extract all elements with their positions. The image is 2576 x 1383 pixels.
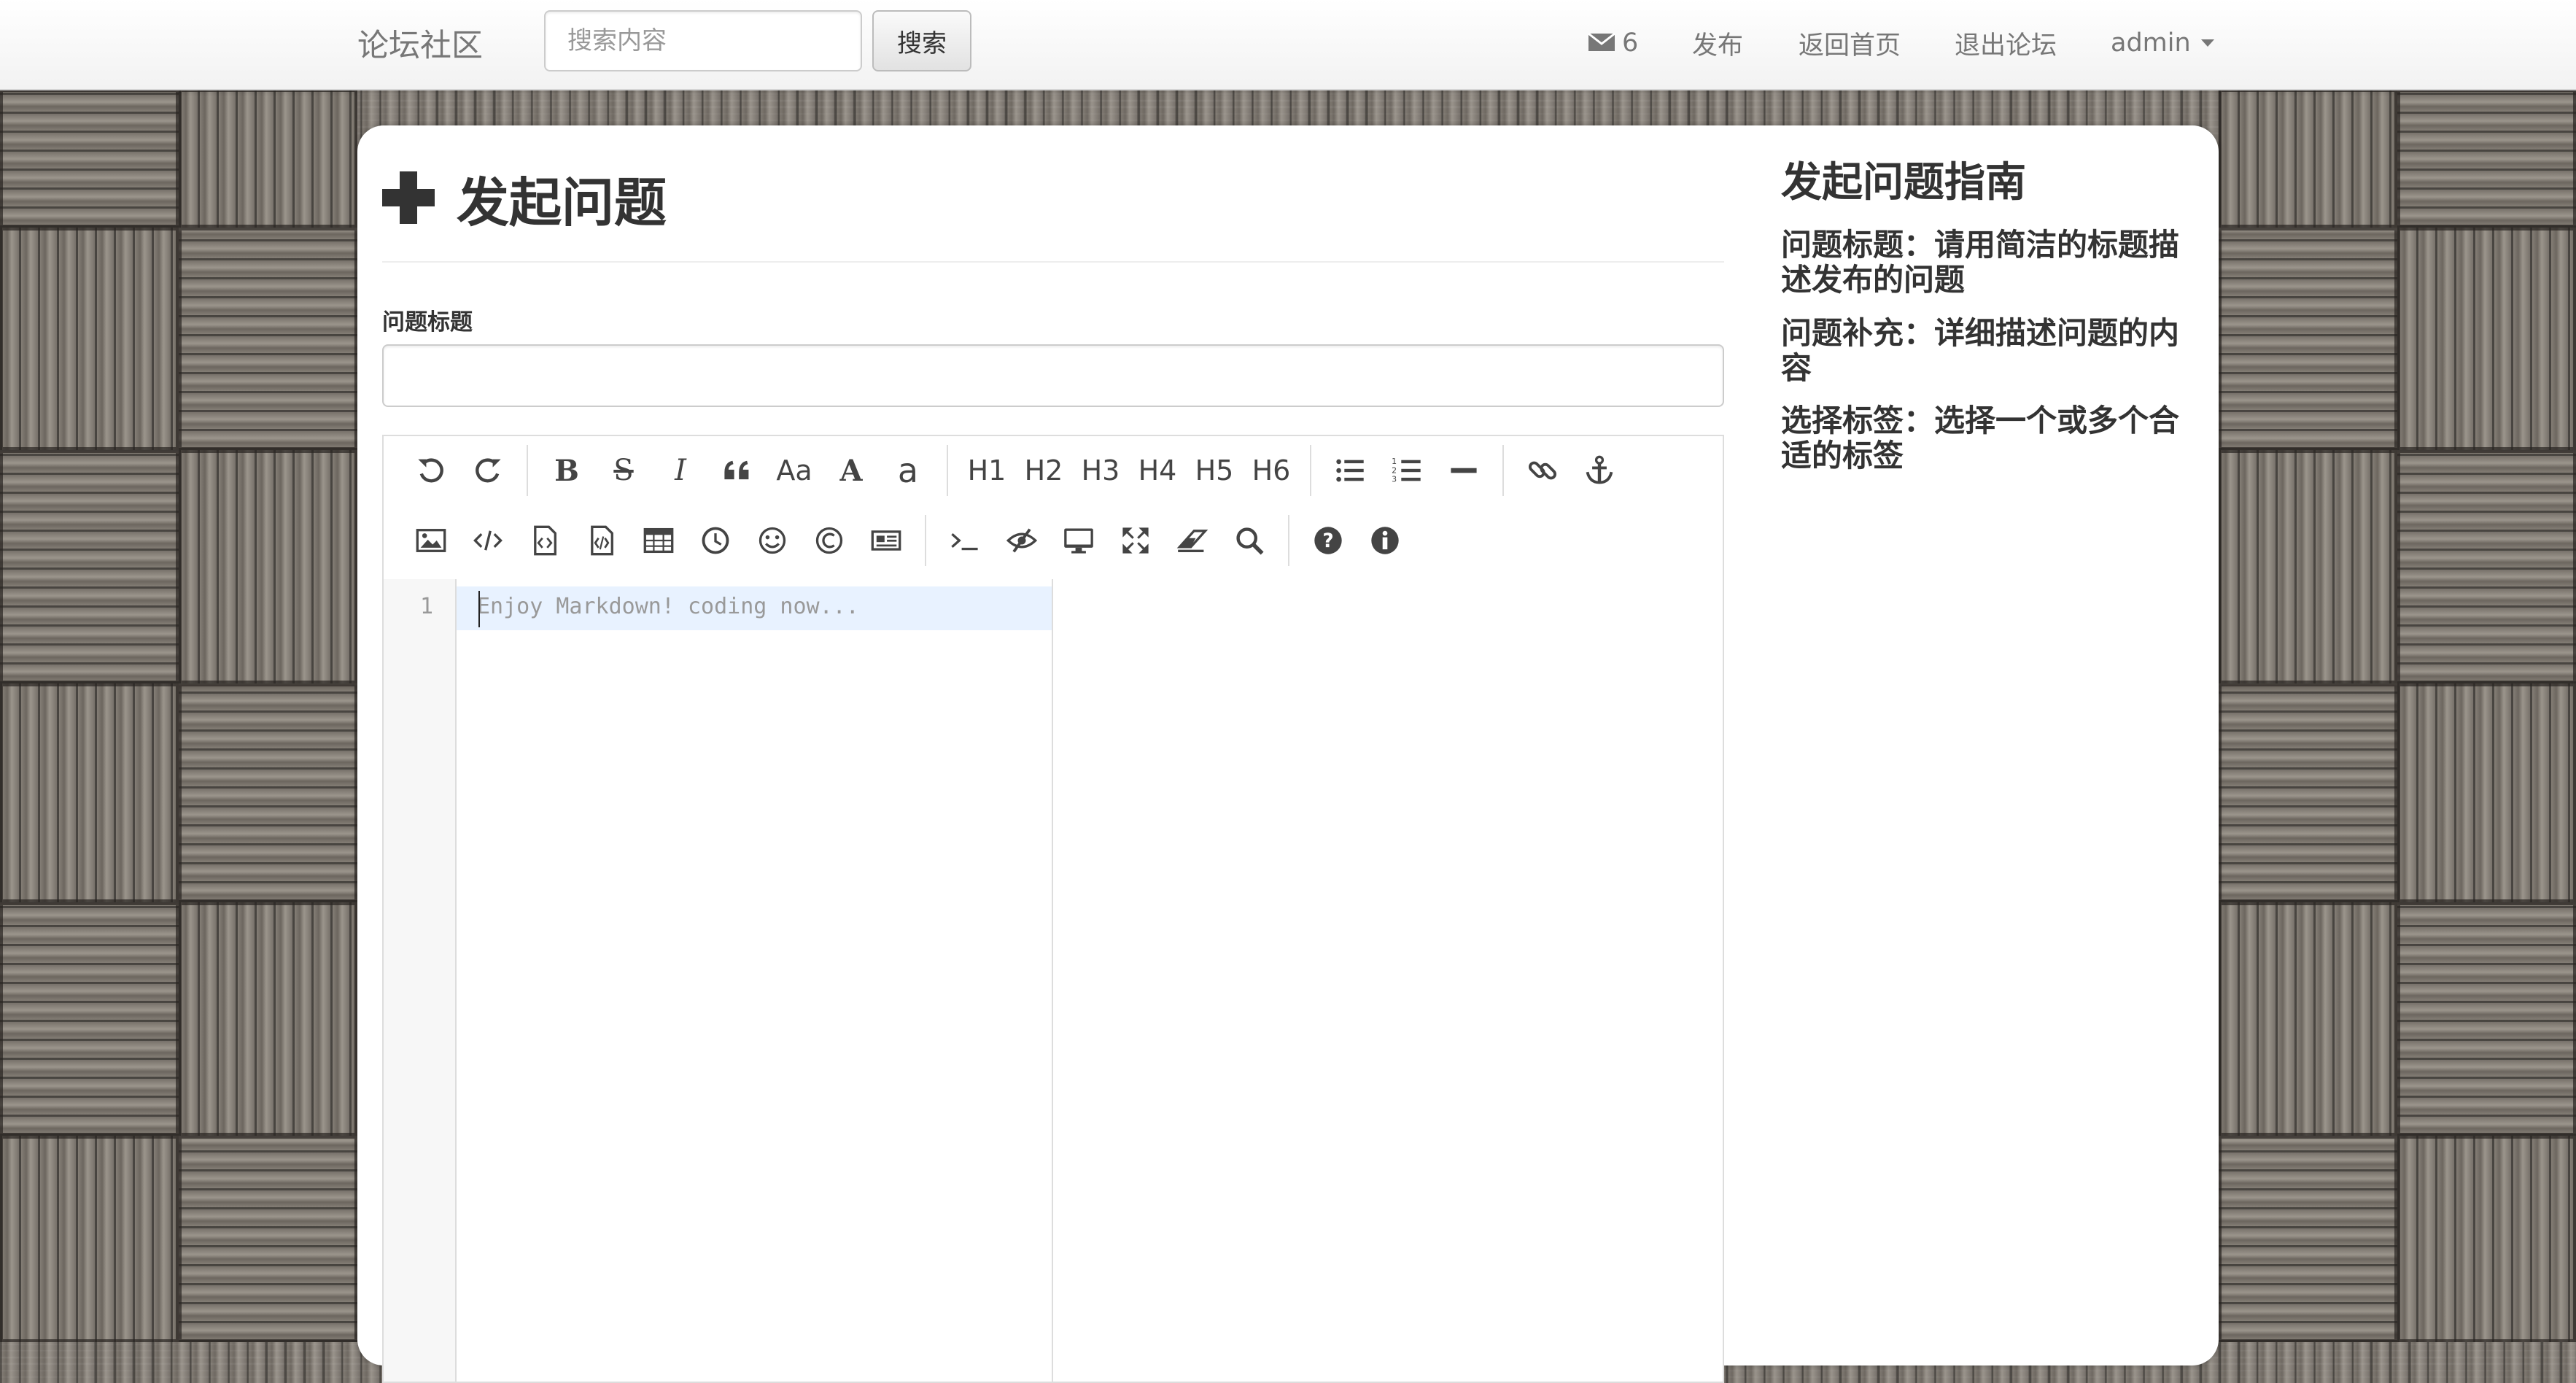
editor-body: 1 Enjoy Markdown! coding now... bbox=[384, 579, 1723, 1382]
uppercase-first-icon[interactable]: Aa bbox=[769, 445, 820, 496]
h3-button[interactable]: H3 bbox=[1075, 445, 1126, 496]
quote-icon[interactable] bbox=[712, 445, 763, 496]
emoji-icon[interactable] bbox=[747, 515, 798, 566]
preview-pane bbox=[1053, 579, 1723, 1382]
link-icon[interactable] bbox=[1517, 445, 1568, 496]
italic-icon[interactable]: I bbox=[655, 445, 706, 496]
plus-icon bbox=[382, 171, 435, 224]
user-name: admin bbox=[2111, 28, 2191, 58]
redo-icon[interactable] bbox=[462, 445, 513, 496]
line-number-gutter: 1 bbox=[384, 579, 457, 1382]
posting-guide: 发起问题指南 问题标题：请用简洁的标题描述发布的问题 问题补充：详细描述问题的内… bbox=[1781, 158, 2189, 492]
top-navbar: 论坛社区 搜索 6 发布 返回首页 退出论坛 admin bbox=[0, 0, 2576, 90]
guide-title: 发起问题指南 bbox=[1781, 159, 2026, 206]
fullscreen-icon[interactable] bbox=[1110, 515, 1161, 566]
svg-text:?: ? bbox=[1322, 530, 1333, 552]
guide-item-tags: 选择标签：选择一个或多个合适的标签 bbox=[1781, 403, 2180, 474]
undo-icon[interactable] bbox=[406, 445, 457, 496]
anchor-icon[interactable] bbox=[1574, 445, 1625, 496]
fullscreen-preview-icon[interactable] bbox=[1053, 515, 1104, 566]
preformatted-text-icon[interactable] bbox=[576, 515, 627, 566]
search-replace-icon[interactable] bbox=[1224, 515, 1275, 566]
markdown-editor: B S I Aa Aa H1 H2 H3 H4 H5 H6 1 2 3 ? 1 Enjoy Markdow… bbox=[382, 435, 1724, 1383]
svg-text:1: 1 bbox=[1392, 457, 1397, 466]
messages-count: 6 bbox=[1622, 28, 1639, 58]
toolbar-separator bbox=[1288, 515, 1289, 566]
toolbar-separator bbox=[1502, 445, 1504, 496]
help-icon[interactable]: ? bbox=[1303, 515, 1354, 566]
table-icon[interactable] bbox=[633, 515, 684, 566]
logout-link[interactable]: 退出论坛 bbox=[1955, 25, 2057, 62]
question-title-label: 问题标题 bbox=[382, 309, 473, 336]
horizontal-rule-icon[interactable] bbox=[1438, 445, 1489, 496]
h2-button[interactable]: H2 bbox=[1018, 445, 1069, 496]
title-divider bbox=[382, 261, 1724, 263]
h6-button[interactable]: H6 bbox=[1246, 445, 1297, 496]
code-input-area[interactable]: Enjoy Markdown! coding now... bbox=[457, 579, 1053, 1382]
pagebreak-icon[interactable] bbox=[861, 515, 912, 566]
clear-icon[interactable] bbox=[1167, 515, 1218, 566]
envelope-icon bbox=[1588, 32, 1615, 54]
page-title-text: 发起问题 bbox=[457, 171, 667, 233]
inline-code-icon[interactable] bbox=[462, 515, 513, 566]
svg-text:2: 2 bbox=[1392, 465, 1397, 475]
toolbar-row-2: ? bbox=[403, 508, 1413, 573]
toolbar-separator bbox=[947, 445, 948, 496]
search-button[interactable]: 搜索 bbox=[872, 10, 971, 71]
chevron-down-icon bbox=[2200, 39, 2214, 47]
toolbar-separator bbox=[527, 445, 528, 496]
messages-link[interactable]: 6 bbox=[1588, 0, 1638, 86]
toolbar-separator bbox=[925, 515, 926, 566]
lowercase-icon[interactable]: a bbox=[882, 445, 934, 496]
code-block-icon[interactable] bbox=[519, 515, 570, 566]
toolbar-row-1: B S I Aa Aa H1 H2 H3 H4 H5 H6 1 2 3 bbox=[403, 438, 1628, 503]
search-input[interactable] bbox=[544, 10, 862, 71]
publish-link[interactable]: 发布 bbox=[1692, 25, 1743, 62]
strikethrough-icon[interactable]: S bbox=[598, 445, 649, 496]
line-number: 1 bbox=[419, 594, 433, 619]
page-title: 发起问题 bbox=[382, 158, 667, 238]
h5-button[interactable]: H5 bbox=[1189, 445, 1240, 496]
question-title-input[interactable] bbox=[382, 344, 1724, 407]
toolbar-separator bbox=[1310, 445, 1311, 496]
guide-item-content: 问题补充：详细描述问题的内容 bbox=[1781, 314, 2180, 386]
html-entities-icon[interactable] bbox=[804, 515, 855, 566]
home-link[interactable]: 返回首页 bbox=[1799, 25, 1901, 62]
svg-text:3: 3 bbox=[1392, 474, 1397, 484]
user-menu-dropdown[interactable]: admin bbox=[2111, 0, 2214, 86]
info-icon[interactable] bbox=[1359, 515, 1411, 566]
goto-line-icon[interactable] bbox=[939, 515, 990, 566]
datetime-icon[interactable] bbox=[690, 515, 741, 566]
ordered-list-icon[interactable]: 123 bbox=[1381, 445, 1432, 496]
uppercase-icon[interactable]: A bbox=[826, 445, 877, 496]
h1-button[interactable]: H1 bbox=[961, 445, 1012, 496]
brand-logo-text[interactable]: 论坛社区 bbox=[357, 20, 483, 66]
main-card: 发起问题 问题标题 B S I Aa Aa H1 H2 H3 H4 H5 H6 1 2 3 ? 1 Enj… bbox=[357, 125, 2219, 1383]
editor-placeholder: Enjoy Markdown! coding now... bbox=[477, 594, 859, 619]
guide-item-title: 问题标题：请用简洁的标题描述发布的问题 bbox=[1781, 227, 2180, 298]
editor-toolbar: B S I Aa Aa H1 H2 H3 H4 H5 H6 1 2 3 ? bbox=[384, 436, 1723, 581]
toggle-preview-icon[interactable] bbox=[996, 515, 1047, 566]
h4-button[interactable]: H4 bbox=[1132, 445, 1183, 496]
bold-icon[interactable]: B bbox=[541, 445, 592, 496]
image-icon[interactable] bbox=[406, 515, 457, 566]
unordered-list-icon[interactable] bbox=[1324, 445, 1376, 496]
text-cursor bbox=[478, 591, 480, 627]
